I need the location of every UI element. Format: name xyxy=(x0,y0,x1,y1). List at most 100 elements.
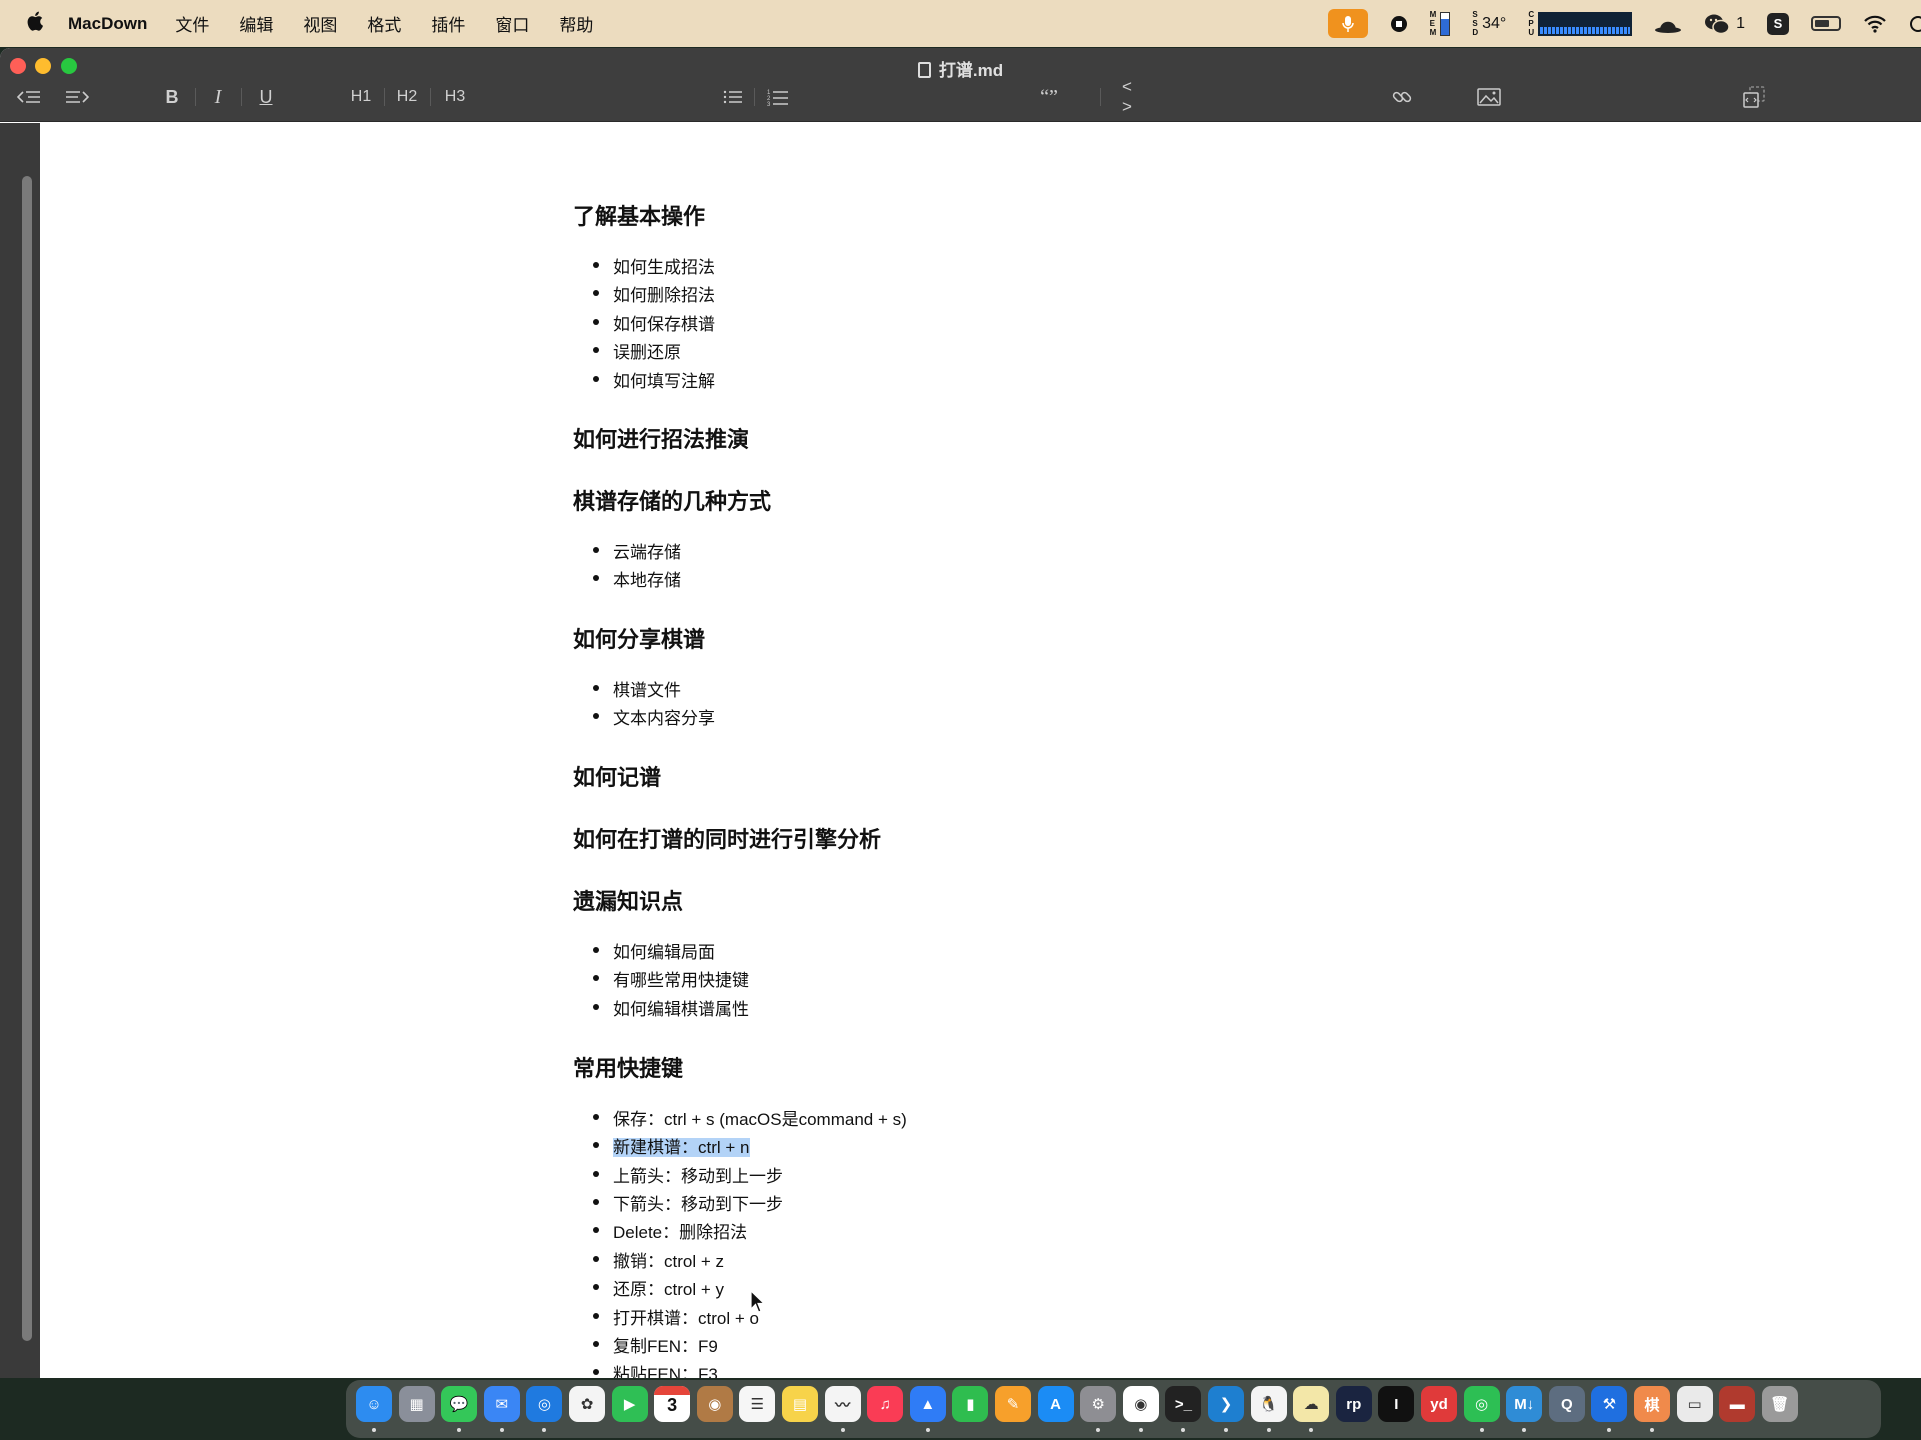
editor-scrollbar[interactable] xyxy=(22,176,32,1341)
dock-photos-icon[interactable]: ✿ xyxy=(569,1386,605,1422)
shift-right-button[interactable] xyxy=(64,84,90,110)
memory-monitor[interactable]: M E M xyxy=(1430,0,1451,47)
menu-file[interactable]: 文件 xyxy=(175,11,209,36)
dock-launchpad-icon[interactable]: ▦ xyxy=(398,1386,435,1422)
heading3-button[interactable]: H3 xyxy=(440,84,470,110)
dock-rp-icon[interactable]: rp xyxy=(1335,1386,1372,1422)
dock-reminders-icon[interactable]: ☰ xyxy=(739,1386,776,1422)
dock-running-indicator xyxy=(1138,1428,1143,1432)
dock-chrome-icon[interactable]: ◉ xyxy=(1122,1386,1159,1422)
list-item: 上箭头：移动到上一步 xyxy=(593,1162,783,1187)
shift-left-icon xyxy=(17,91,40,103)
menu-window[interactable]: 窗口 xyxy=(495,11,529,36)
list-item: 如何生成招法 xyxy=(593,253,715,278)
dock-qq-icon[interactable]: 🐧 xyxy=(1250,1386,1287,1422)
menu-edit[interactable]: 编辑 xyxy=(239,11,273,36)
wechat-status[interactable]: 1 xyxy=(1704,0,1745,47)
list-item: 误删还原 xyxy=(593,338,681,363)
record-icon[interactable] xyxy=(1390,0,1408,47)
dock-app-store-icon[interactable]: A xyxy=(1037,1386,1074,1422)
ssd-temperature[interactable]: S S D 34° xyxy=(1472,0,1506,47)
dock-notes-icon[interactable]: ▤ xyxy=(782,1386,818,1422)
dock-calendar-icon[interactable]: 3 xyxy=(654,1386,691,1422)
mouse-pointer-icon xyxy=(750,1289,766,1319)
battery-icon[interactable] xyxy=(1811,16,1841,31)
editor-pane[interactable] xyxy=(0,123,40,1378)
window-title: 打谱.md xyxy=(0,56,1921,81)
microphone-icon[interactable] xyxy=(1327,9,1368,38)
bullet-list-icon xyxy=(723,90,742,104)
dock-pages-icon[interactable]: ✎ xyxy=(995,1386,1031,1422)
dock-numbers-icon[interactable]: ▮ xyxy=(952,1386,989,1422)
dock-facetime-icon[interactable]: ▶ xyxy=(611,1386,648,1422)
dock-dark-app-icon[interactable]: I xyxy=(1378,1386,1415,1422)
dock-app-window-icon[interactable]: ▬ xyxy=(1719,1386,1756,1422)
dock-mail-icon[interactable]: ✉ xyxy=(483,1386,520,1422)
dock-vscode-icon[interactable]: ❯ xyxy=(1208,1386,1244,1422)
layout-toggle-icon xyxy=(1743,86,1765,108)
dock-safari-icon[interactable]: ◎ xyxy=(526,1386,563,1422)
blockquote-button[interactable]: “” xyxy=(1036,84,1062,110)
app-menu-macdown[interactable]: MacDown xyxy=(68,14,147,34)
control-center-icon[interactable] xyxy=(1909,0,1921,47)
dock-running-indicator xyxy=(1266,1428,1271,1432)
list-item: 如何删除招法 xyxy=(593,281,715,306)
dock-quicktime-icon[interactable]: Q xyxy=(1548,1386,1585,1422)
macdown-window: 打谱.md B I U H1 H2 H3 123 “” < > 了解基本操作 如… xyxy=(0,48,1921,1378)
dock-folder-app-icon[interactable]: ☁ xyxy=(1293,1386,1330,1422)
heading2-button[interactable]: H2 xyxy=(392,84,422,110)
memory-bar-icon xyxy=(1440,11,1451,36)
dock-xiangqi-icon[interactable]: 棋 xyxy=(1634,1386,1670,1422)
dock-music-icon[interactable]: ♫ xyxy=(867,1386,904,1422)
menu-plugins[interactable]: 插件 xyxy=(431,11,465,36)
section-heading: 常用快捷键 xyxy=(573,1056,684,1081)
shift-left-button[interactable] xyxy=(16,84,42,110)
section-heading: 了解基本操作 xyxy=(573,204,706,229)
unordered-list-button[interactable] xyxy=(722,84,744,110)
dock-keynote-icon[interactable]: ▲ xyxy=(909,1386,946,1422)
calendar-day: 3 xyxy=(667,1395,678,1415)
menu-help[interactable]: 帮助 xyxy=(559,11,593,36)
toggle-editor-button[interactable] xyxy=(1742,84,1766,110)
dock-macdown-icon[interactable]: M↓ xyxy=(1506,1386,1543,1422)
title-bar: 打谱.md B I U H1 H2 H3 123 “” < > xyxy=(0,48,1921,122)
menu-bar: MacDown 文件 编辑 视图 格式 插件 窗口 帮助 M E M S S D xyxy=(0,0,1921,47)
text-selection[interactable]: 新建棋谱：ctrl + n xyxy=(613,1138,750,1157)
list-item: 保存：ctrl + s (macOS是command + s) xyxy=(593,1105,907,1130)
dock-contacts-icon[interactable]: ◉ xyxy=(696,1386,733,1422)
list-item: 棋谱文件 xyxy=(593,676,681,701)
dock-running-indicator xyxy=(1522,1428,1527,1432)
menu-view[interactable]: 视图 xyxy=(303,11,337,36)
dock-trash-icon[interactable]: 🗑 xyxy=(1761,1386,1798,1422)
dock-preview-doc-icon[interactable]: ▭ xyxy=(1676,1386,1713,1422)
dock-system-settings-icon[interactable]: ⚙ xyxy=(1080,1386,1117,1422)
s-app-icon[interactable]: S xyxy=(1767,12,1789,35)
italic-button[interactable]: I xyxy=(206,84,230,110)
menu-format[interactable]: 格式 xyxy=(367,11,401,36)
bold-button[interactable]: B xyxy=(160,84,184,110)
dock-terminal-icon[interactable]: >_ xyxy=(1165,1386,1202,1422)
apple-menu-icon[interactable] xyxy=(24,10,48,38)
section-heading: 遗漏知识点 xyxy=(573,889,684,914)
wifi-icon[interactable] xyxy=(1863,0,1887,47)
code-button[interactable]: < > xyxy=(1122,77,1150,116)
ordered-list-button[interactable]: 123 xyxy=(766,84,790,110)
underline-button[interactable]: U xyxy=(254,84,278,110)
wechat-count: 1 xyxy=(1736,14,1745,32)
heading1-button[interactable]: H1 xyxy=(346,84,376,110)
dock-running-indicator xyxy=(372,1428,376,1432)
numbered-list-icon: 123 xyxy=(767,90,788,106)
document-icon xyxy=(917,62,931,78)
image-button[interactable] xyxy=(1476,84,1502,110)
dock-xcode-icon[interactable]: ⚒ xyxy=(1591,1386,1628,1422)
markdown-preview[interactable]: 了解基本操作 如何生成招法 如何删除招法 如何保存棋谱 误删还原 如何填写注解 … xyxy=(40,123,1921,1378)
dock-finder-icon[interactable]: ☺ xyxy=(356,1386,392,1422)
dock-running-indicator xyxy=(1479,1428,1484,1432)
dock-messages-icon[interactable]: 💬 xyxy=(441,1386,478,1422)
dock-youdao-icon[interactable]: yd xyxy=(1421,1386,1457,1422)
link-button[interactable] xyxy=(1390,84,1414,110)
dock-wechat-icon[interactable]: ◎ xyxy=(1463,1386,1500,1422)
cpu-monitor[interactable]: C P U xyxy=(1528,0,1633,47)
hat-icon[interactable] xyxy=(1654,0,1682,47)
dock-freeform-icon[interactable]: 〰 xyxy=(824,1386,861,1422)
